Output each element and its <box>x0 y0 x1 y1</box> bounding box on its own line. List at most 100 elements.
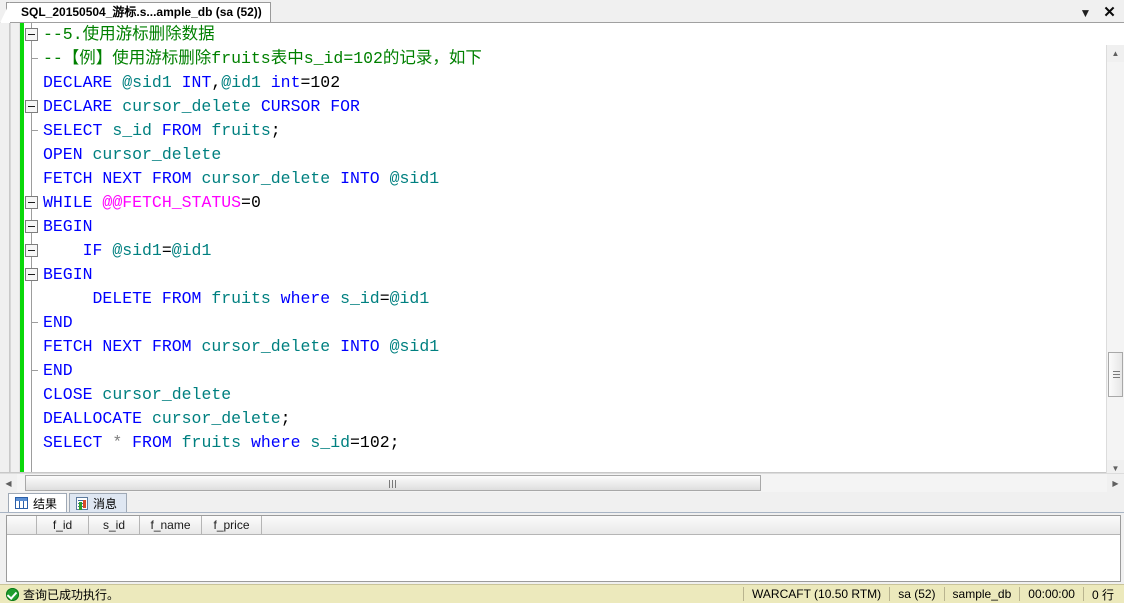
code-line[interactable]: --【例】使用游标删除fruits表中s_id=102的记录，如下 <box>43 47 1124 71</box>
code-line[interactable]: IF @sid1=@id1 <box>43 239 1124 263</box>
fold-toggle-block-2[interactable] <box>25 100 38 113</box>
column-header-s_id[interactable]: s_id <box>89 516 140 534</box>
scroll-left-arrow-icon[interactable]: ◀ <box>0 474 17 492</box>
code-token-kw: FOR <box>330 97 360 116</box>
code-line[interactable]: OPEN cursor_delete <box>43 143 1124 167</box>
code-line[interactable]: DECLARE @sid1 INT,@id1 int=102 <box>43 71 1124 95</box>
column-header-f_id[interactable]: f_id <box>37 516 89 534</box>
fold-tick <box>31 58 38 59</box>
code-line[interactable]: CLOSE cursor_delete <box>43 383 1124 407</box>
fold-tick <box>31 322 38 323</box>
document-tab-label: SQL_20150504_游标.s...ample_db (sa (52)) <box>21 5 262 19</box>
status-rowcount: 0 行 <box>1082 587 1124 602</box>
code-token-ident: @sid1 <box>389 337 440 356</box>
sql-editor[interactable]: --5.使用游标删除数据 --【例】使用游标删除fruits表中s_id=102的… <box>0 23 1124 477</box>
code-line[interactable]: DECLARE cursor_delete CURSOR FOR <box>43 95 1124 119</box>
grid-corner-cell[interactable] <box>7 516 37 534</box>
tab-results-label: 结果 <box>33 496 58 511</box>
code-token-ident: fruits <box>211 289 271 308</box>
code-token-ident: cursor_delete <box>92 145 222 164</box>
code-token-kw: BEGIN <box>43 265 93 284</box>
results-grid[interactable]: f_id s_id f_name f_price <box>6 515 1121 582</box>
editor-vertical-scrollbar[interactable]: ▲ ▼ <box>1106 45 1124 477</box>
code-line[interactable]: BEGIN <box>43 263 1124 287</box>
code-token-ident: cursor_delete <box>201 169 331 188</box>
vertical-scroll-thumb[interactable] <box>1108 352 1123 397</box>
fold-toggle-block-1[interactable] <box>25 28 38 41</box>
tab-messages[interactable]: 消息 <box>69 493 128 512</box>
code-token-kw: CURSOR <box>260 97 321 116</box>
code-line[interactable]: WHILE @@FETCH_STATUS=0 <box>43 191 1124 215</box>
code-token-kw: END <box>43 361 73 380</box>
editor-fold-margin[interactable] <box>24 23 40 472</box>
code-token-ident: @sid1 <box>389 169 440 188</box>
chevron-down-icon[interactable]: ▼ <box>1078 5 1093 20</box>
code-line[interactable]: END <box>43 359 1124 383</box>
close-icon[interactable]: ✕ <box>1102 5 1117 20</box>
horizontal-scroll-track[interactable] <box>17 474 1107 492</box>
code-token-kw: DECLARE <box>43 97 113 116</box>
scroll-up-arrow-icon[interactable]: ▲ <box>1107 45 1124 62</box>
editor-selection-margin <box>0 23 11 472</box>
code-line[interactable]: SELECT * FROM fruits where s_id=102; <box>43 431 1124 455</box>
code-token-kw: FROM <box>161 121 202 140</box>
fold-toggle-block-5[interactable] <box>25 244 38 257</box>
code-token-kw: FROM <box>151 337 192 356</box>
vertical-scroll-track[interactable] <box>1107 62 1124 460</box>
code-line[interactable]: --5.使用游标删除数据 <box>43 23 1124 47</box>
code-line[interactable]: DELETE FROM fruits where s_id=@id1 <box>43 287 1124 311</box>
code-token-ident: @sid1 <box>112 241 162 260</box>
document-tab-sql-file[interactable]: SQL_20150504_游标.s...ample_db (sa (52)) <box>0 2 271 23</box>
tab-results[interactable]: 结果 <box>8 493 68 512</box>
code-token-ident: cursor_delete <box>201 337 331 356</box>
code-token-kw: FROM <box>151 169 192 188</box>
code-token-kw: FROM <box>161 289 202 308</box>
status-bar: 查询已成功执行。 WARCAFT (10.50 RTM) sa (52) sam… <box>0 584 1124 603</box>
code-token-sysv: @@FETCH_STATUS <box>102 193 242 212</box>
code-text-area[interactable]: --5.使用游标删除数据 --【例】使用游标删除fruits表中s_id=102的… <box>40 23 1124 472</box>
fold-toggle-block-6[interactable] <box>25 268 38 281</box>
code-token-plain: = <box>300 73 311 92</box>
fold-tick <box>31 130 38 131</box>
scroll-right-arrow-icon[interactable]: ▶ <box>1107 474 1124 492</box>
code-line[interactable]: BEGIN <box>43 215 1124 239</box>
code-token-kw: SELECT <box>43 433 103 452</box>
code-line[interactable]: DEALLOCATE cursor_delete; <box>43 407 1124 431</box>
results-grid-body[interactable] <box>7 535 1120 581</box>
code-line[interactable]: SELECT s_id FROM fruits; <box>43 119 1124 143</box>
code-line[interactable]: FETCH NEXT FROM cursor_delete INTO @sid1 <box>43 167 1124 191</box>
code-token-plain: , <box>211 73 222 92</box>
fold-toggle-block-3[interactable] <box>25 196 38 209</box>
code-token-plain: = <box>379 289 390 308</box>
column-header-f_name[interactable]: f_name <box>140 516 202 534</box>
code-token-ident: fruits <box>181 433 242 452</box>
code-token-ident: s_id <box>112 121 152 140</box>
code-token-plain: = <box>161 241 172 260</box>
code-line[interactable]: FETCH NEXT FROM cursor_delete INTO @sid1 <box>43 335 1124 359</box>
status-login: sa (52) <box>889 587 943 601</box>
fold-toggle-block-4[interactable] <box>25 220 38 233</box>
code-line[interactable]: END <box>43 311 1124 335</box>
horizontal-scroll-thumb[interactable] <box>25 475 761 491</box>
column-header-f_price[interactable]: f_price <box>202 516 262 534</box>
code-token-num: 102 <box>359 433 390 452</box>
tab-messages-label: 消息 <box>93 496 118 511</box>
editor-horizontal-scrollbar[interactable]: ◀ ▶ <box>0 473 1124 492</box>
message-icon <box>76 496 89 510</box>
